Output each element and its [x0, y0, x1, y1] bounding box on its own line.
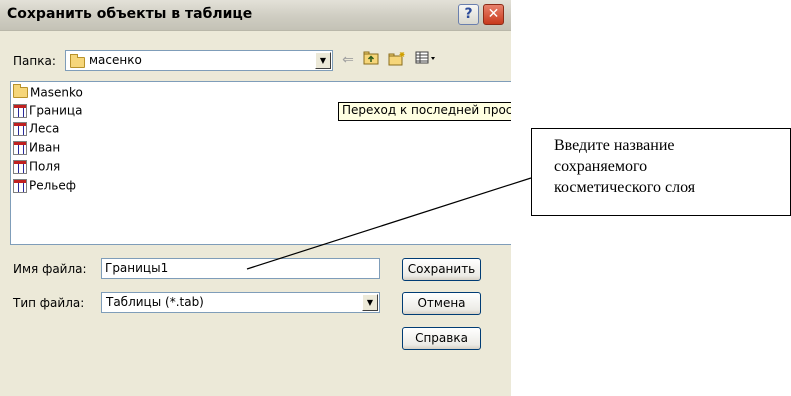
callout-pointer-line [246, 177, 532, 270]
